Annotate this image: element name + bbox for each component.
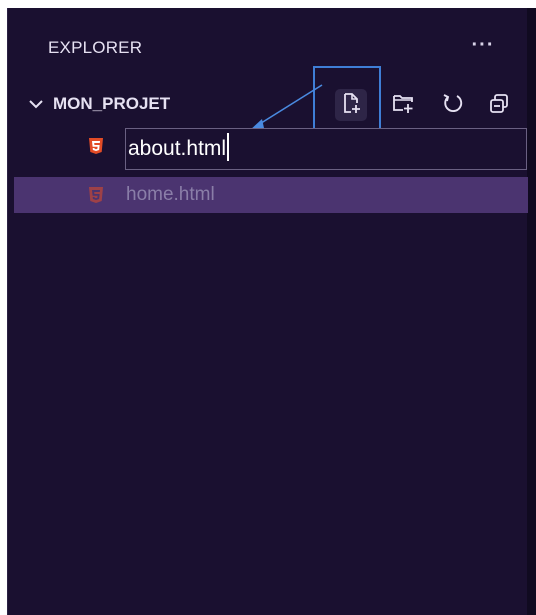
collapse-all-icon: [488, 92, 510, 119]
refresh-icon: [442, 92, 464, 119]
html5-icon: [88, 137, 104, 155]
html5-icon: [88, 186, 104, 204]
chevron-down-icon: [28, 97, 44, 111]
collapse-all-button[interactable]: [483, 89, 515, 121]
panel-title: EXPLORER: [48, 38, 143, 57]
text-caret: [227, 133, 230, 162]
project-name: MON_PROJET: [53, 94, 171, 113]
refresh-button[interactable]: [437, 89, 469, 121]
file-name: home.html: [126, 184, 215, 205]
new-file-name-value: about.html: [128, 137, 227, 160]
new-folder-icon: [392, 92, 414, 119]
new-file-button[interactable]: [335, 89, 367, 121]
new-file-name-input[interactable]: about.html: [125, 128, 527, 170]
file-row-home[interactable]: home.html: [14, 177, 528, 213]
more-actions-button[interactable]: ···: [465, 33, 501, 63]
new-file-icon: [340, 92, 362, 119]
new-folder-button[interactable]: [387, 89, 419, 121]
